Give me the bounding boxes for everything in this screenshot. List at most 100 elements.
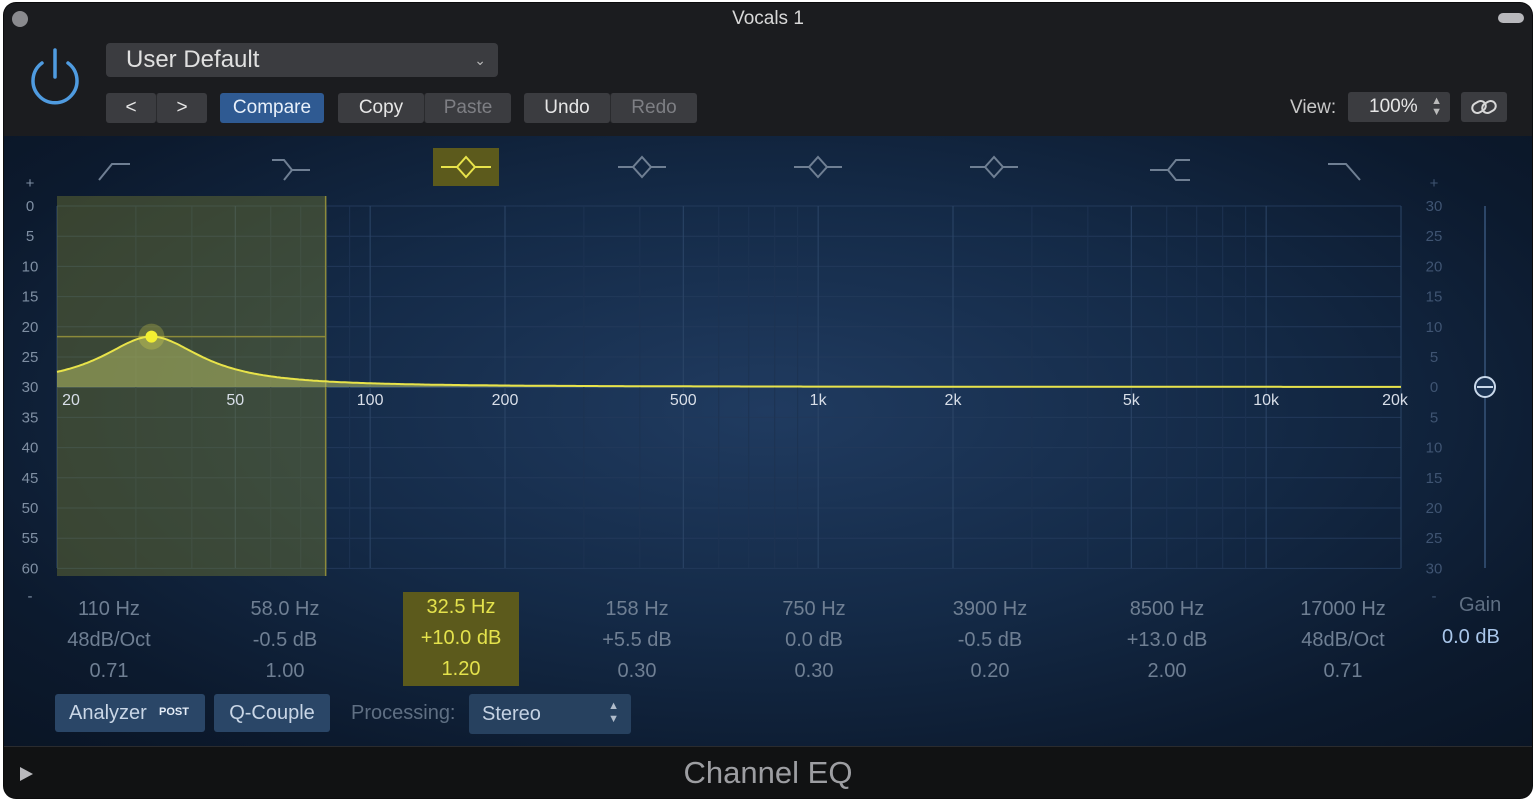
right-scale-label: 25 <box>1426 228 1443 245</box>
right-scale-label: 20 <box>1426 500 1443 517</box>
gain-label: Gain <box>1459 594 1502 616</box>
band-freq-value[interactable]: 750 Hz <box>759 594 869 625</box>
band-gain-value[interactable]: +13.0 dB <box>1112 625 1222 656</box>
band-6-parameters[interactable]: 3900 Hz -0.5 dB 0.20 <box>935 594 1045 687</box>
band-2-parameters[interactable]: 58.0 Hz -0.5 dB 1.00 <box>230 594 340 687</box>
frequency-label: 20 <box>62 392 80 409</box>
band-1-parameters[interactable]: 110 Hz 48dB/Oct 0.71 <box>54 594 164 687</box>
right-scale-label: 10 <box>1426 319 1443 336</box>
view-label: View: <box>1290 97 1337 118</box>
left-scale-label: 45 <box>22 470 39 487</box>
previous-preset-button[interactable]: < <box>106 93 156 123</box>
plugin-window: Vocals 1 User Default ⌄ < > Compare Copy… <box>4 3 1532 798</box>
left-scale-label: 5 <box>26 228 34 245</box>
band-gain-value[interactable]: -0.5 dB <box>230 625 340 656</box>
band-q-value[interactable]: 1.20 <box>403 654 519 685</box>
q-couple-button[interactable]: Q-Couple <box>214 694 330 732</box>
left-scale-label: 55 <box>22 530 39 547</box>
preset-menu[interactable]: User Default ⌄ <box>106 43 498 77</box>
frequency-label: 200 <box>492 392 519 409</box>
band-freq-value[interactable]: 32.5 Hz <box>403 592 519 623</box>
band-7-parameters[interactable]: 8500 Hz +13.0 dB 2.00 <box>1112 594 1222 687</box>
band-q-value[interactable]: 0.30 <box>759 656 869 687</box>
frequency-label: 10k <box>1253 392 1280 409</box>
left-scale-label: 35 <box>22 409 39 426</box>
left-scale-label: 10 <box>22 258 39 275</box>
frequency-label: 1k <box>810 392 828 409</box>
band-q-value[interactable]: 0.71 <box>54 656 164 687</box>
processing-value: Stereo <box>482 703 541 725</box>
band-5-parameters[interactable]: 750 Hz 0.0 dB 0.30 <box>759 594 869 687</box>
analyzer-post-badge: POST <box>159 706 189 718</box>
band-freq-value[interactable]: 158 Hz <box>582 594 692 625</box>
preset-name: User Default <box>126 46 260 73</box>
left-scale-label: 50 <box>22 500 39 517</box>
up-down-chevron-icon: ▲ ▼ <box>608 700 619 725</box>
left-scale-label: + <box>26 175 35 192</box>
band-freq-value[interactable]: 8500 Hz <box>1112 594 1222 625</box>
band-q-value[interactable]: 0.30 <box>582 656 692 687</box>
chevron-down-icon: ⌄ <box>474 52 486 68</box>
left-scale-label: 40 <box>22 440 39 457</box>
frequency-label: 50 <box>226 392 244 409</box>
band-8-parameters[interactable]: 17000 Hz 48dB/Oct 0.71 <box>1288 594 1398 687</box>
title-bar: Vocals 1 <box>4 3 1532 35</box>
band-3-parameters[interactable]: 32.5 Hz +10.0 dB 1.20 <box>403 592 519 686</box>
window-control-button[interactable] <box>1498 13 1524 23</box>
band-q-value[interactable]: 1.00 <box>230 656 340 687</box>
right-scale-label: 0 <box>1430 379 1438 396</box>
left-scale-label: 20 <box>22 319 39 336</box>
band-3-handle[interactable] <box>145 330 158 343</box>
band-q-value[interactable]: 0.71 <box>1288 656 1398 687</box>
right-scale-label: + <box>1430 175 1439 192</box>
plugin-name: Channel EQ <box>683 755 853 790</box>
band-freq-value[interactable]: 58.0 Hz <box>230 594 340 625</box>
undo-button[interactable]: Undo <box>524 93 610 123</box>
band-gain-value[interactable]: +10.0 dB <box>403 623 519 654</box>
right-scale-label: 10 <box>1426 440 1443 457</box>
gain-value[interactable]: 0.0 dB <box>1442 626 1500 649</box>
band-freq-value[interactable]: 17000 Hz <box>1288 594 1398 625</box>
left-scale-label: 25 <box>22 349 39 366</box>
power-icon[interactable] <box>26 47 84 107</box>
frequency-label: 100 <box>357 392 384 409</box>
band-freq-value[interactable]: 110 Hz <box>54 594 164 625</box>
analyzer-button[interactable]: Analyzer POST <box>55 694 205 732</box>
next-preset-button[interactable]: > <box>156 93 207 123</box>
link-icon <box>1471 100 1497 114</box>
band-gain-value[interactable]: 0.0 dB <box>759 625 869 656</box>
processing-select[interactable]: Stereo ▲ ▼ <box>469 694 631 734</box>
paste-button[interactable]: Paste <box>424 93 511 123</box>
band-4-parameters[interactable]: 158 Hz +5.5 dB 0.30 <box>582 594 692 687</box>
left-scale-label: 30 <box>22 379 39 396</box>
band-gain-value[interactable]: -0.5 dB <box>935 625 1045 656</box>
right-scale-label: 5 <box>1430 409 1438 426</box>
right-scale-label: 15 <box>1426 470 1443 487</box>
analyzer-label: Analyzer <box>69 702 147 724</box>
band-freq-value[interactable]: 3900 Hz <box>935 594 1045 625</box>
up-down-chevron-icon: ▲ ▼ <box>1431 95 1442 118</box>
left-scale-label: 60 <box>22 560 39 577</box>
compare-button[interactable]: Compare <box>220 93 324 123</box>
right-scale-label: 30 <box>1426 560 1443 577</box>
frequency-label: 5k <box>1123 392 1141 409</box>
redo-button[interactable]: Redo <box>610 93 697 123</box>
left-scale-label: - <box>28 588 33 605</box>
link-button[interactable] <box>1461 92 1507 122</box>
band-q-value[interactable]: 0.20 <box>935 656 1045 687</box>
frequency-label: 2k <box>945 392 963 409</box>
right-scale-label: 20 <box>1426 258 1443 275</box>
right-scale-label: 25 <box>1426 530 1443 547</box>
band-gain-value[interactable]: +5.5 dB <box>582 625 692 656</box>
view-zoom-select[interactable]: 100% ▲ ▼ <box>1348 92 1450 122</box>
copy-button[interactable]: Copy <box>338 93 424 123</box>
band-gain-value[interactable]: 48dB/Oct <box>1288 625 1398 656</box>
band-gain-value[interactable]: 48dB/Oct <box>54 625 164 656</box>
frequency-label: 500 <box>670 392 697 409</box>
processing-label: Processing: <box>351 702 456 724</box>
frequency-label: 20k <box>1382 392 1409 409</box>
right-scale-label: 15 <box>1426 289 1443 306</box>
eq-graph[interactable]: +0 5 10 15 20 25 30 35 40 45 50 55 60 - +30 25 20 15 10 50 5… <box>4 166 1532 626</box>
band-q-value[interactable]: 2.00 <box>1112 656 1222 687</box>
right-scale-label: - <box>1432 588 1437 605</box>
